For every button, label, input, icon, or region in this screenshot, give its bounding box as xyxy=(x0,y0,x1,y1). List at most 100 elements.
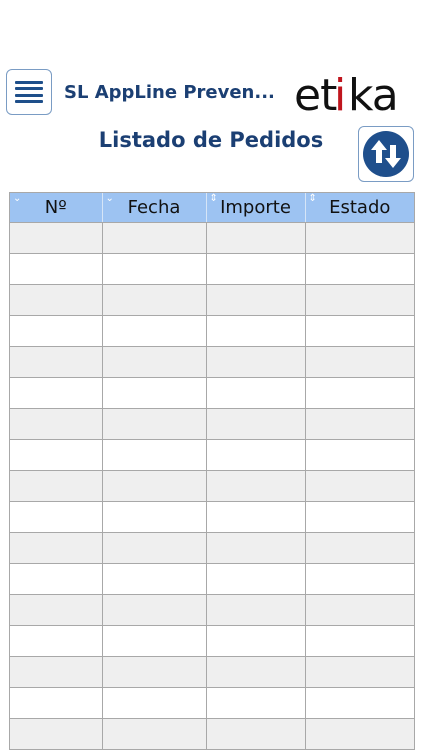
table-cell xyxy=(305,377,414,409)
table-row[interactable] xyxy=(10,470,414,502)
table-cell xyxy=(206,656,306,688)
table-cell xyxy=(10,222,103,254)
table-cell xyxy=(102,470,207,502)
table-body xyxy=(10,222,414,749)
table-row[interactable] xyxy=(10,377,414,409)
table-row[interactable] xyxy=(10,315,414,347)
table-cell xyxy=(10,470,103,502)
table-cell xyxy=(206,625,306,657)
table-row[interactable] xyxy=(10,253,414,285)
column-header-date[interactable]: ⌄ Fecha xyxy=(102,193,207,223)
table-cell xyxy=(305,656,414,688)
table-row[interactable] xyxy=(10,439,414,471)
table-cell xyxy=(305,315,414,347)
table-cell xyxy=(305,501,414,533)
table-cell xyxy=(102,625,207,657)
table-row[interactable] xyxy=(10,687,414,719)
table-cell xyxy=(10,594,103,626)
table-cell xyxy=(102,253,207,285)
hamburger-menu-icon xyxy=(15,81,43,103)
table-cell xyxy=(305,346,414,378)
table-cell xyxy=(10,687,103,719)
table-cell xyxy=(10,656,103,688)
app-title: SL AppLine Preven... xyxy=(64,82,275,103)
table-cell xyxy=(206,594,306,626)
column-header-number[interactable]: ⌄ Nº xyxy=(10,193,103,223)
table-cell xyxy=(102,594,207,626)
table-cell xyxy=(206,377,306,409)
table-cell xyxy=(305,687,414,719)
table-row[interactable] xyxy=(10,408,414,440)
table-cell xyxy=(305,439,414,471)
table-cell xyxy=(10,408,103,440)
table-row[interactable] xyxy=(10,563,414,595)
table-cell xyxy=(206,470,306,502)
table-cell xyxy=(102,439,207,471)
table-cell xyxy=(305,408,414,440)
column-header-status[interactable]: ⇕ Estado xyxy=(305,193,414,223)
table-cell xyxy=(206,501,306,533)
column-header-amount[interactable]: ⇕ Importe xyxy=(206,193,306,223)
table-row[interactable] xyxy=(10,625,414,657)
table-cell xyxy=(10,377,103,409)
table-cell xyxy=(102,377,207,409)
table-cell xyxy=(206,253,306,285)
table-cell xyxy=(102,687,207,719)
table-cell xyxy=(102,346,207,378)
orders-list-screen: SL AppLine Preven... et i ka Listado de … xyxy=(0,0,422,750)
table-row[interactable] xyxy=(10,656,414,688)
menu-button[interactable] xyxy=(6,69,52,115)
table-cell xyxy=(305,625,414,657)
table-cell xyxy=(305,532,414,564)
table-cell xyxy=(206,718,306,749)
table-row[interactable] xyxy=(10,594,414,626)
table-cell xyxy=(10,315,103,347)
orders-table-container[interactable]: ⌄ Nº ⌄ Fecha ⇕ Importe ⇕ Estado xyxy=(9,192,415,750)
table-cell xyxy=(305,253,414,285)
svg-text:et: et xyxy=(294,70,337,118)
table-cell xyxy=(10,718,103,749)
table-row[interactable] xyxy=(10,346,414,378)
table-cell xyxy=(305,563,414,595)
table-cell xyxy=(206,346,306,378)
sort-desc-icon: ⌄ xyxy=(105,193,114,204)
table-cell xyxy=(206,563,306,595)
table-row[interactable] xyxy=(10,222,414,254)
table-cell xyxy=(10,439,103,471)
table-cell xyxy=(102,718,207,749)
table-row[interactable] xyxy=(10,532,414,564)
table-cell xyxy=(305,718,414,749)
table-cell xyxy=(10,532,103,564)
table-cell xyxy=(305,222,414,254)
table-row[interactable] xyxy=(10,284,414,316)
table-cell xyxy=(102,563,207,595)
table-cell xyxy=(206,687,306,719)
table-cell xyxy=(102,315,207,347)
table-cell xyxy=(305,470,414,502)
table-cell xyxy=(305,594,414,626)
orders-table: ⌄ Nº ⌄ Fecha ⇕ Importe ⇕ Estado xyxy=(10,193,414,749)
table-cell xyxy=(10,253,103,285)
table-cell xyxy=(206,222,306,254)
table-cell xyxy=(206,439,306,471)
sort-both-icon: ⇕ xyxy=(209,193,218,204)
sort-desc-icon: ⌄ xyxy=(13,193,22,204)
etika-logo: et i ka xyxy=(294,70,399,118)
table-cell xyxy=(10,284,103,316)
table-cell xyxy=(206,315,306,347)
table-cell xyxy=(305,284,414,316)
table-header-row: ⌄ Nº ⌄ Fecha ⇕ Importe ⇕ Estado xyxy=(10,193,414,223)
sort-both-icon: ⇕ xyxy=(308,193,317,204)
table-row[interactable] xyxy=(10,718,414,749)
table-cell xyxy=(102,284,207,316)
table-cell xyxy=(10,346,103,378)
table-row[interactable] xyxy=(10,501,414,533)
table-cell xyxy=(206,408,306,440)
table-cell xyxy=(102,656,207,688)
table-cell xyxy=(102,501,207,533)
sort-button[interactable] xyxy=(358,126,414,182)
svg-text:i: i xyxy=(334,70,346,118)
table-cell xyxy=(102,408,207,440)
table-cell xyxy=(10,501,103,533)
sort-up-down-icon xyxy=(363,131,409,177)
